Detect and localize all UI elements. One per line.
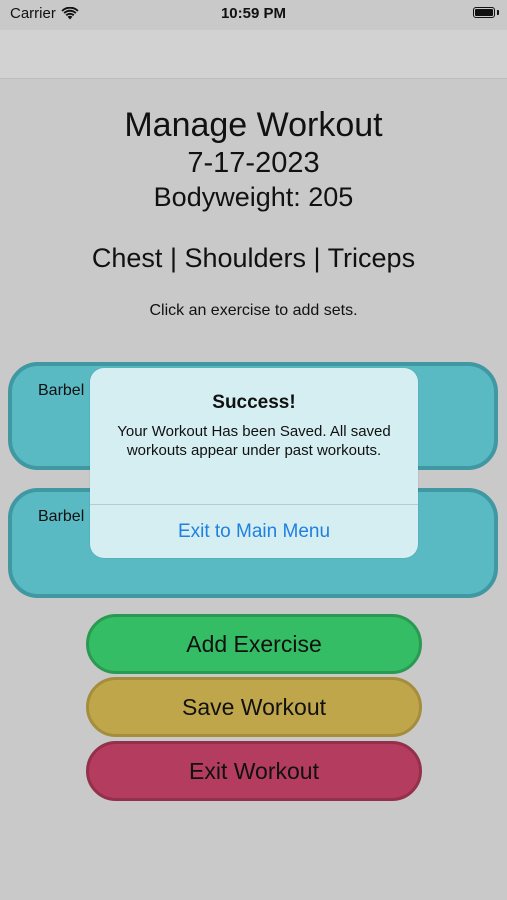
page-title: Manage Workout	[124, 106, 383, 144]
exit-workout-button[interactable]: Exit Workout	[86, 741, 422, 801]
workout-date: 7-17-2023	[187, 147, 320, 179]
status-bar: Carrier 10:59 PM	[0, 0, 507, 30]
status-time: 10:59 PM	[220, 5, 287, 22]
bodyweight-label: Bodyweight: 205	[153, 182, 354, 212]
add-exercise-button[interactable]: Add Exercise	[86, 614, 422, 674]
exercise-name: Barbel	[38, 382, 85, 399]
workout-header: Manage Workout 7-17-2023 Bodyweight: 205	[0, 104, 507, 214]
success-alert: Success! Your Workout Has been Saved. Al…	[90, 368, 418, 558]
alert-message: Your Workout Has been Saved. All saved w…	[117, 423, 391, 459]
navigation-bar	[0, 30, 507, 79]
exercise-name: Barbel	[38, 508, 85, 525]
exit-to-main-menu-button[interactable]: Exit to Main Menu	[90, 505, 418, 558]
battery-icon	[473, 7, 495, 18]
battery-level	[475, 9, 493, 16]
muscle-groups: Chest | Shoulders | Triceps	[91, 243, 416, 273]
alert-title: Success!	[212, 392, 296, 413]
save-workout-button[interactable]: Save Workout	[86, 677, 422, 737]
instruction-text: Click an exercise to add sets.	[149, 302, 358, 319]
battery-tip	[497, 10, 499, 15]
